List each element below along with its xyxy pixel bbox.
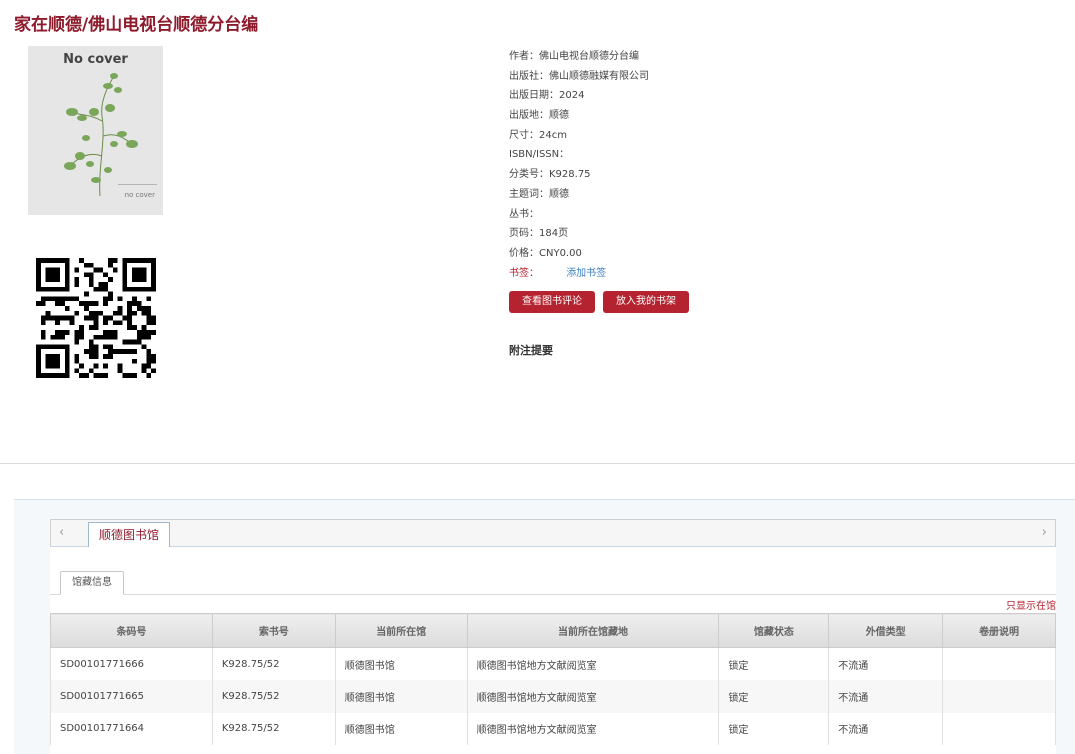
meta-author: 作者：佛山电视台顺德分台编 (509, 51, 639, 62)
cell-call-number: K928.75/52 (211, 712, 336, 745)
table-row: SD00101771665 K928.75/52 顺德图书馆 顺德图书馆地方文献… (50, 680, 1056, 713)
meta-class-no: 分类号：K928.75 (509, 169, 591, 181)
holdings-table: 条码号 索书号 当前所在馆 当前所在馆藏地 馆藏状态 外借类型 卷册说明 SD0… (50, 613, 1056, 745)
tab-holdings-info[interactable]: 馆藏信息 (60, 571, 124, 595)
col-location: 当前所在馆藏地 (466, 613, 720, 648)
meta-size: 尺寸：24cm (509, 129, 567, 141)
book-cover-image: No cover no cover (28, 46, 163, 215)
cell-call-number: K928.75/52 (211, 680, 336, 713)
tab-library[interactable]: 顺德图书馆 (88, 522, 171, 548)
table-row: SD00101771664 K928.75/52 顺德图书馆 顺德图书馆地方文献… (50, 712, 1056, 745)
book-meta: 作者：佛山电视台顺德分台编 出版社：佛山顺德融媒有限公司 出版日期：2024 出… (509, 48, 649, 284)
col-status: 馆藏状态 (718, 613, 830, 648)
cell-status: 锁定 (718, 712, 830, 745)
col-loan-type: 外借类型 (828, 613, 944, 648)
plant-illustration (64, 73, 138, 197)
meta-pages: 页码：184页 (509, 228, 569, 240)
cell-loan-type: 不流通 (828, 712, 944, 745)
cell-volume-note (942, 712, 1056, 745)
action-buttons: 查看图书评论 放入我的书架 (509, 291, 689, 313)
meta-pub-date: 出版日期：2024 (509, 90, 585, 102)
cell-library: 顺德图书馆 (334, 647, 468, 680)
only-available-filter[interactable]: 只显示在馆 (1006, 597, 1056, 612)
add-tag-link[interactable]: 添加书签 (566, 268, 606, 279)
table-row: SD00101771666 K928.75/52 顺德图书馆 顺德图书馆地方文献… (50, 647, 1056, 680)
col-library: 当前所在馆 (334, 613, 468, 648)
cell-status: 锁定 (718, 680, 830, 713)
cover-divider (118, 184, 157, 185)
add-to-shelf-button[interactable]: 放入我的书架 (603, 291, 689, 313)
meta-price: 价格：CNY0.00 (509, 247, 582, 259)
cell-volume-note (942, 647, 1056, 680)
cell-library: 顺德图书馆 (334, 712, 468, 745)
notes-title: 附注提要 (509, 344, 553, 357)
meta-subject: 主题词：顺德 (509, 188, 569, 200)
meta-series: 丛书： (509, 208, 539, 220)
meta-tags: 书签： 添加书签 (509, 265, 649, 285)
cell-loan-type: 不流通 (828, 680, 944, 713)
view-reviews-button[interactable]: 查看图书评论 (509, 291, 595, 313)
col-volume-note: 卷册说明 (942, 613, 1056, 648)
cell-barcode: SD00101771666 (50, 647, 213, 680)
subtab-divider (50, 594, 1056, 595)
cell-barcode: SD00101771664 (50, 712, 213, 745)
meta-publisher: 出版社：佛山顺德融媒有限公司 (509, 70, 649, 82)
cell-barcode: SD00101771665 (50, 680, 213, 713)
meta-pub-place: 出版地：顺德 (509, 110, 569, 122)
cell-library: 顺德图书馆 (334, 680, 468, 713)
cell-location: 顺德图书馆地方文献阅览室 (466, 712, 720, 745)
cell-status: 锁定 (718, 647, 830, 680)
table-header-row: 条码号 索书号 当前所在馆 当前所在馆藏地 馆藏状态 外借类型 卷册说明 (50, 613, 1056, 648)
tags-label: 书签： (509, 267, 539, 279)
cell-loan-type: 不流通 (828, 647, 944, 680)
chevron-right-icon[interactable]: › (1042, 525, 1047, 540)
cell-location: 顺德图书馆地方文献阅览室 (466, 647, 720, 680)
section-divider (0, 463, 1075, 464)
page-title: 家在顺德/佛山电视台顺德分台编 (14, 15, 259, 35)
chevron-left-icon[interactable]: ‹ (59, 525, 64, 540)
library-tab-bar: ‹ › (50, 519, 1056, 547)
cover-bottom-text: no cover (124, 191, 155, 199)
cell-volume-note (942, 680, 1056, 713)
cell-location: 顺德图书馆地方文献阅览室 (466, 680, 720, 713)
meta-isbn: ISBN/ISSN： (509, 149, 570, 161)
col-barcode: 条码号 (50, 613, 213, 648)
cell-call-number: K928.75/52 (211, 647, 336, 680)
col-call-number: 索书号 (211, 613, 336, 648)
qr-code-image (36, 258, 156, 378)
